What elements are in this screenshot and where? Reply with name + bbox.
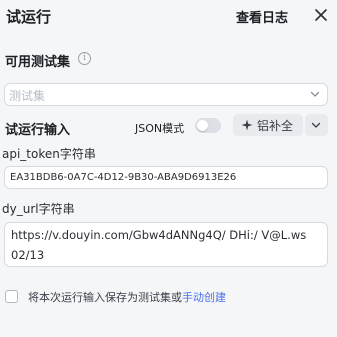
save-testset-checkbox[interactable]	[5, 290, 18, 303]
chevron-down-icon	[311, 122, 321, 128]
testset-select-placeholder: 测试集	[9, 89, 46, 103]
run-input-label: 试运行输入	[5, 123, 71, 138]
close-icon[interactable]	[313, 7, 329, 23]
save-testset-prefix: 将本次运行输入保存为测试集或	[28, 291, 182, 304]
toggle-knob	[197, 120, 208, 131]
testset-select[interactable]: 测试集	[4, 83, 328, 106]
api-token-input[interactable]: EA31BDB6-0A7C-4D12-9B30-ABA9D6913E26	[4, 166, 328, 189]
manual-create-link[interactable]: 手动创建	[182, 291, 226, 304]
chevron-down-icon	[310, 91, 320, 97]
sparkle-icon	[241, 119, 253, 131]
save-testset-text: 将本次运行输入保存为测试集或手动创建	[28, 289, 226, 305]
field-label-api-token: api_token字符串	[2, 147, 96, 161]
testset-label: 可用测试集	[5, 55, 71, 70]
autofill-button[interactable]: 铝补全	[233, 114, 303, 136]
autofill-more-button[interactable]	[305, 114, 328, 136]
info-icon[interactable]: i	[78, 52, 91, 65]
dy-url-value: https://v.douyin.com/Gbw4dANNg4Q/ DHi:/ …	[11, 228, 310, 262]
json-mode-toggle[interactable]	[195, 118, 221, 133]
view-log-button[interactable]: 查看日志	[236, 7, 288, 26]
dy-url-input[interactable]: https://v.douyin.com/Gbw4dANNg4Q/ DHi:/ …	[4, 222, 328, 267]
panel-header: 试运行 查看日志	[0, 0, 337, 36]
panel-title: 试运行	[6, 8, 52, 26]
field-label-dy-url: dy_url字符串	[2, 202, 75, 216]
autofill-label: 铝补全	[257, 119, 294, 133]
json-mode-label: JSON模式	[135, 122, 185, 135]
api-token-value: EA31BDB6-0A7C-4D12-9B30-ABA9D6913E26	[10, 172, 237, 183]
